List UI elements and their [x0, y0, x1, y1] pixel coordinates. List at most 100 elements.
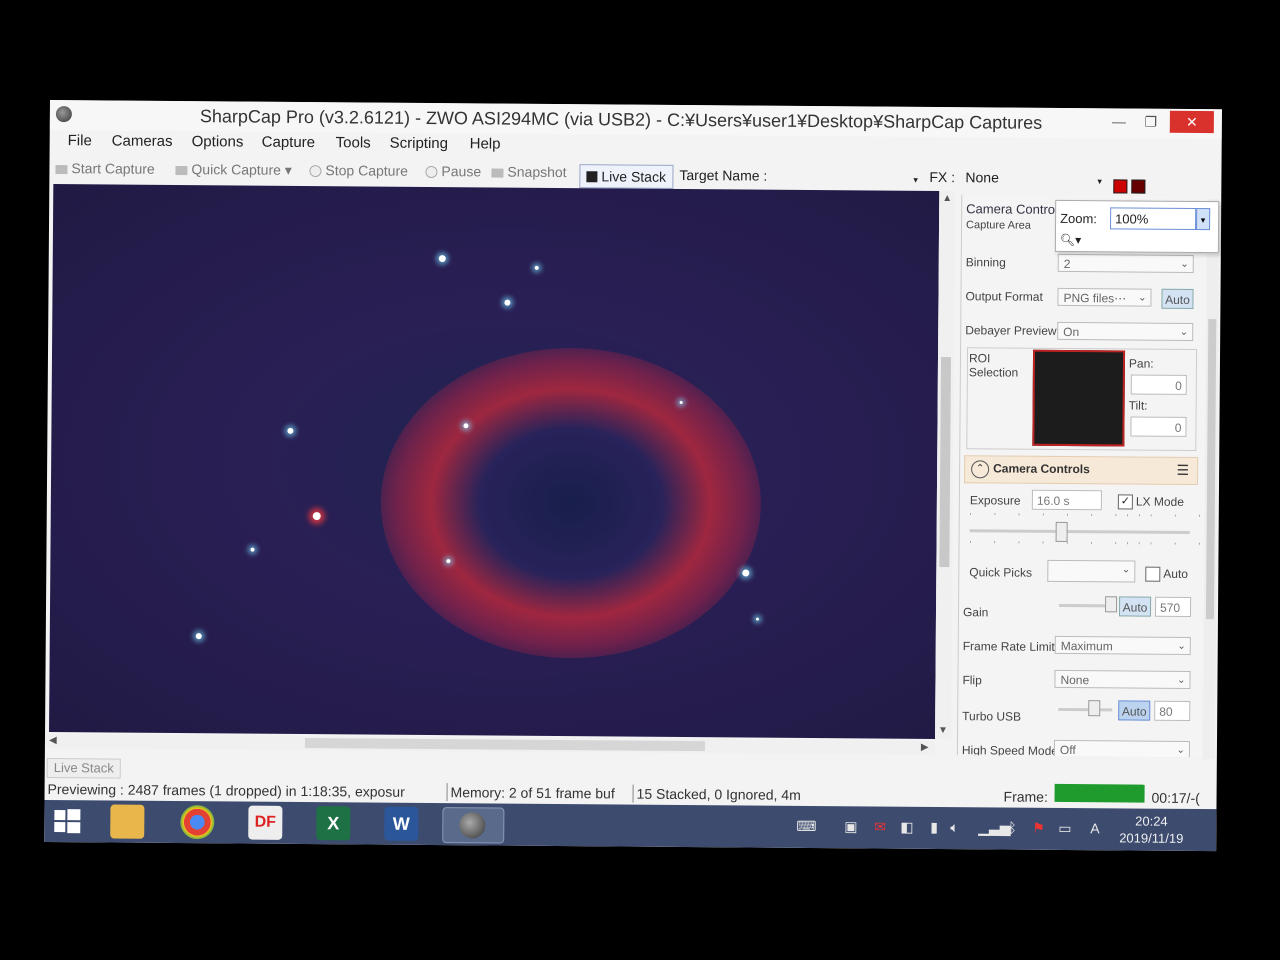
turbo-usb-slider-thumb[interactable]: [1088, 700, 1101, 717]
clock-date: 2019/11/19: [1119, 830, 1184, 846]
section-title: Camera Controls: [993, 461, 1090, 477]
output-format-label: Output Format: [965, 289, 1043, 304]
menu-tools[interactable]: Tools: [336, 134, 371, 151]
gain-label: Gain: [962, 605, 989, 620]
target-dropdown-icon[interactable]: ▾: [913, 175, 918, 186]
lx-mode-label: LX Mode: [1135, 494, 1184, 509]
scroll-thumb[interactable]: [939, 357, 952, 568]
binning-select[interactable]: 2 ⌄: [1057, 253, 1194, 273]
volume-icon[interactable]: 🔈︎: [950, 819, 959, 836]
high-speed-mode-select[interactable]: Off ⌄: [1053, 739, 1191, 758]
file-explorer-icon[interactable]: [110, 804, 145, 839]
star: [312, 512, 321, 521]
status-stack: 15 Stacked, 0 Ignored, 4m: [632, 784, 817, 805]
docuworks-icon[interactable]: DF: [248, 805, 283, 840]
network-drive-icon[interactable]: ◧: [900, 819, 913, 836]
clock[interactable]: 20:24 2019/11/19: [1119, 812, 1183, 847]
zoom-dropdown-icon[interactable]: ▾: [1196, 208, 1211, 231]
menu-scripting[interactable]: Scripting: [390, 135, 448, 152]
action-center-flag-icon[interactable]: ⚑: [1032, 820, 1045, 837]
sharpcap-taskbar-icon[interactable]: [442, 807, 505, 844]
menu-cameras[interactable]: Cameras: [112, 132, 173, 149]
quick-picks-auto-label: Auto: [1163, 566, 1189, 581]
scroll-left-icon[interactable]: ◀: [49, 735, 57, 746]
ht-icon[interactable]: ▣: [844, 818, 857, 835]
overlay-icon[interactable]: [1131, 179, 1146, 194]
sharpcap-app-icon: [55, 106, 72, 123]
exposure-slider-track[interactable]: [969, 529, 1190, 534]
fx-select[interactable]: None: [965, 169, 999, 185]
live-stack-button[interactable]: Live Stack: [579, 164, 674, 189]
gain-auto-button[interactable]: Auto: [1118, 596, 1152, 617]
menu-options[interactable]: Options: [192, 133, 244, 150]
flip-label: Flip: [962, 673, 982, 688]
exposure-input[interactable]: 16.0 s: [1031, 489, 1102, 511]
capture-area-label: Capture Area: [965, 219, 1031, 232]
acrobat-icon[interactable]: ✉: [874, 818, 886, 835]
tab-live-stack[interactable]: Live Stack: [46, 757, 121, 779]
quick-capture-button[interactable]: Quick Capture ▾: [175, 161, 292, 179]
tilt-stepper[interactable]: 0: [1130, 416, 1187, 437]
fx-dropdown-icon[interactable]: ▾: [1097, 176, 1102, 187]
debayer-preview-select[interactable]: On ⌄: [1057, 321, 1194, 341]
turbo-usb-slider-track[interactable]: [1058, 707, 1113, 712]
zoom-magnifier-icon[interactable]: 🔍︎▾: [1060, 233, 1081, 247]
pause-button[interactable]: Pause: [425, 163, 481, 179]
menu-help[interactable]: Help: [470, 135, 501, 152]
signal-icon[interactable]: ▁▃▅: [978, 819, 1010, 836]
taskbar: DF X W ⌨ ▣ ✉ ◧ ▮ 🔈︎ ▁▃▅ ᛒ ⚑ ▭ A 20:24 20…: [44, 799, 1217, 852]
keyboard-icon[interactable]: ⌨: [796, 818, 816, 835]
exposure-label: Exposure: [969, 493, 1021, 508]
excel-icon[interactable]: X: [316, 806, 351, 841]
lx-mode-checkbox[interactable]: ✓: [1117, 494, 1133, 510]
viewport-vertical-scrollbar[interactable]: ▲ ▼: [935, 190, 956, 740]
tab-camera-controls[interactable]: Camera Contro: [966, 201, 1055, 217]
gain-slider-thumb[interactable]: [1105, 596, 1118, 613]
minimize-button[interactable]: —: [1104, 110, 1134, 132]
menu-file[interactable]: File: [68, 132, 92, 149]
turbo-usb-input[interactable]: 80: [1154, 700, 1191, 721]
display-icon[interactable]: ▭: [1058, 820, 1071, 837]
image-viewport[interactable]: [49, 184, 940, 739]
flip-select[interactable]: None ⌄: [1054, 669, 1191, 689]
camera-controls-section-header[interactable]: ⌃ Camera Controls ☰: [964, 455, 1199, 486]
scroll-down-icon[interactable]: ▼: [938, 725, 948, 736]
pan-stepper[interactable]: 0: [1130, 374, 1187, 395]
scroll-thumb[interactable]: [1205, 319, 1217, 620]
collapse-icon[interactable]: ⌃: [971, 460, 990, 479]
target-name-label: Target Name :: [679, 166, 768, 184]
tilt-label: Tilt:: [1128, 398, 1148, 413]
hamburger-menu-icon[interactable]: ☰: [1176, 462, 1190, 479]
gain-input[interactable]: 570: [1154, 596, 1192, 617]
maximize-button[interactable]: ❐: [1136, 111, 1166, 133]
snapshot-button[interactable]: Snapshot: [491, 163, 567, 180]
camera-icon: [55, 164, 68, 174]
star: [250, 547, 255, 552]
start-capture-button[interactable]: Start Capture: [55, 160, 155, 177]
roi-preview[interactable]: [1032, 349, 1126, 447]
turbo-usb-auto-button[interactable]: Auto: [1118, 700, 1151, 721]
screen: SharpCap Pro (v3.2.6121) - ZWO ASI294MC …: [44, 100, 1222, 852]
menu-capture[interactable]: Capture: [262, 134, 316, 151]
output-auto-button[interactable]: Auto: [1161, 288, 1194, 309]
clock-time: 20:24: [1135, 813, 1168, 829]
scroll-up-icon[interactable]: ▲: [942, 193, 952, 204]
battery-icon[interactable]: ▮: [930, 819, 938, 836]
stop-capture-button[interactable]: Stop Capture: [309, 162, 408, 179]
start-button[interactable]: [50, 804, 85, 839]
output-format-select[interactable]: PNG files⋯ ⌄: [1057, 287, 1152, 307]
word-icon[interactable]: W: [384, 806, 419, 841]
quick-picks-select[interactable]: ⌄: [1047, 559, 1136, 583]
zoom-input[interactable]: 100%: [1110, 207, 1197, 231]
bluetooth-icon[interactable]: ᛒ: [1008, 820, 1017, 836]
snapshot-icon: [491, 168, 504, 178]
scroll-right-icon[interactable]: ▶: [921, 742, 929, 753]
scroll-thumb[interactable]: [304, 738, 705, 752]
close-button[interactable]: ✕: [1169, 110, 1214, 134]
chrome-icon[interactable]: [180, 805, 215, 840]
reticle-icon[interactable]: [1113, 179, 1128, 194]
ime-indicator[interactable]: A: [1090, 820, 1099, 836]
frame-rate-limit-select[interactable]: Maximum ⌄: [1054, 635, 1191, 655]
frame-time: 00:17/-(: [1151, 789, 1200, 807]
quick-picks-auto-checkbox[interactable]: [1145, 566, 1161, 582]
